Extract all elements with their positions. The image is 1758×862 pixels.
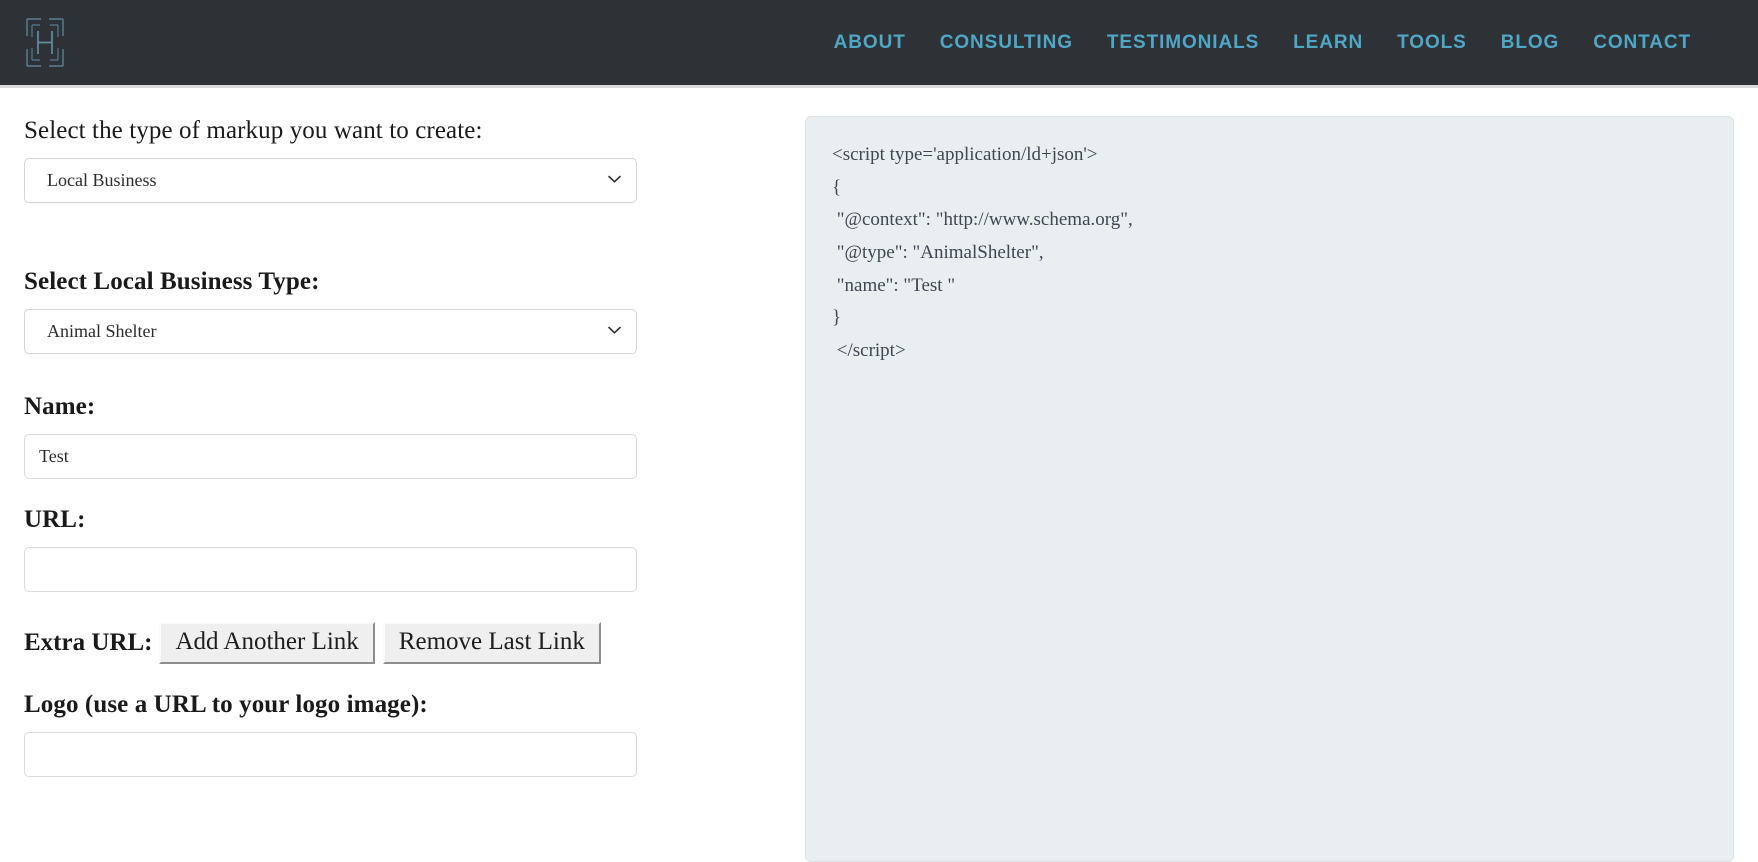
business-type-select-wrapper: Animal Shelter [24,309,637,354]
code-line: </script> [832,335,1707,368]
logo-label: Logo (use a URL to your logo image): [24,690,781,720]
code-line: } [832,302,1707,335]
business-type-select[interactable]: Animal Shelter [24,309,637,354]
url-label: URL: [24,505,781,535]
code-line: { [832,172,1707,205]
name-label: Name: [24,392,781,422]
markup-type-select-wrapper: Local Business [24,158,637,203]
extra-url-row: Extra URL: Add Another Link Remove Last … [24,622,781,664]
spacer [24,664,781,690]
output-column: <script type='application/ld+json'> { "@… [805,88,1758,862]
markup-type-label: Select the type of markup you want to cr… [24,116,781,146]
site-header: ABOUT CONSULTING TESTIMONIALS LEARN TOOL… [0,0,1758,85]
nav-link-contact[interactable]: CONTACT [1576,22,1708,64]
code-line: <script type='application/ld+json'> [832,139,1707,172]
markup-generator-form: Select the type of markup you want to cr… [0,88,805,777]
code-line: "@context": "http://www.schema.org", [832,204,1707,237]
page-content: Select the type of markup you want to cr… [0,88,1758,862]
url-input[interactable] [24,547,637,592]
nav-link-learn[interactable]: LEARN [1276,22,1380,64]
nav-link-blog[interactable]: BLOG [1484,22,1577,64]
business-type-label: Select Local Business Type: [24,267,781,297]
nav-link-consulting[interactable]: CONSULTING [923,22,1090,64]
nav-link-testimonials[interactable]: TESTIMONIALS [1090,22,1276,64]
site-logo-link[interactable] [24,16,66,69]
generated-markup-panel[interactable]: <script type='application/ld+json'> { "@… [805,116,1734,862]
logo-input[interactable] [24,732,637,777]
markup-type-select[interactable]: Local Business [24,158,637,203]
main-navigation: ABOUT CONSULTING TESTIMONIALS LEARN TOOL… [817,22,1730,64]
nav-link-tools[interactable]: TOOLS [1380,22,1484,64]
add-another-link-button[interactable]: Add Another Link [159,622,374,664]
remove-last-link-button[interactable]: Remove Last Link [383,622,601,664]
nav-link-about[interactable]: ABOUT [817,22,923,64]
code-line: "@type": "AnimalShelter", [832,237,1707,270]
h-monogram-logo-icon [24,16,66,69]
code-line: "name": "Test " [832,270,1707,303]
spacer [24,479,781,505]
spacer [24,366,781,392]
name-input[interactable] [24,434,637,479]
extra-url-label: Extra URL: [24,629,152,657]
spacer [24,215,781,267]
